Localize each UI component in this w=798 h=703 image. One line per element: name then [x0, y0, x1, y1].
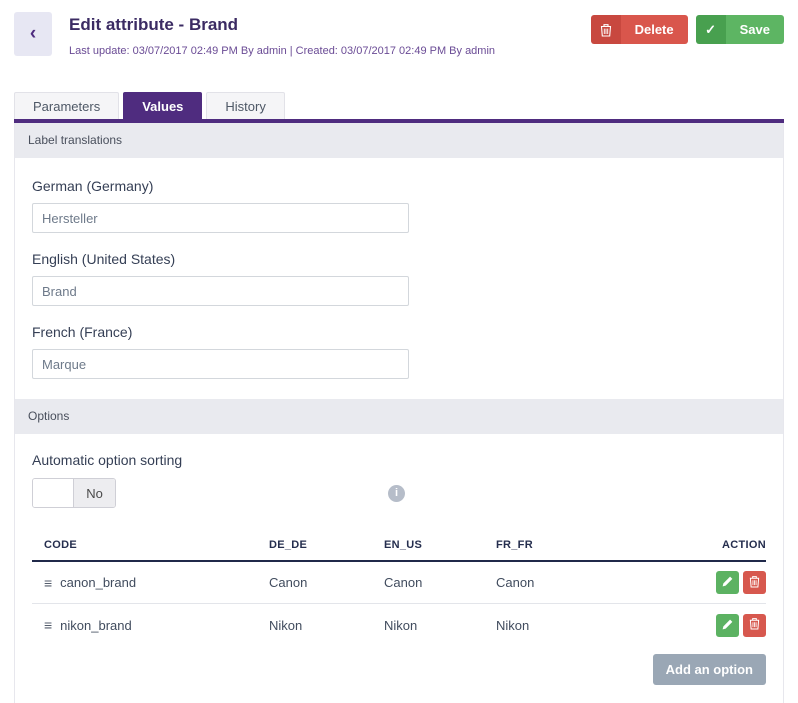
- header-action: ACTION: [671, 539, 766, 551]
- header-code: CODE: [32, 539, 269, 551]
- add-option-row: Add an option: [32, 654, 766, 685]
- drag-handle-icon[interactable]: ≡: [44, 575, 52, 591]
- edit-option-button[interactable]: [716, 614, 739, 637]
- translation-fields: German (Germany) English (United States)…: [15, 158, 783, 399]
- french-label: French (France): [32, 324, 766, 340]
- option-row-nikon: ≡ nikon_brand Nikon Nikon Nikon: [32, 604, 766, 646]
- option-de-value: Nikon: [269, 618, 384, 633]
- info-icon[interactable]: i: [388, 485, 405, 502]
- delete-option-button[interactable]: [743, 571, 766, 594]
- field-german: German (Germany): [32, 178, 766, 233]
- save-button[interactable]: ✓ Save: [696, 15, 784, 44]
- option-code: nikon_brand: [60, 618, 132, 633]
- french-input[interactable]: [32, 349, 409, 379]
- trash-icon: [749, 617, 760, 633]
- values-panel: Label translations German (Germany) Engl…: [14, 123, 784, 703]
- automatic-sorting-label: Automatic option sorting: [32, 452, 766, 468]
- english-input[interactable]: [32, 276, 409, 306]
- tab-values[interactable]: Values: [123, 92, 202, 123]
- option-en-value: Nikon: [384, 618, 496, 633]
- back-button[interactable]: ‹: [14, 12, 52, 56]
- header-en-us: EN_US: [384, 539, 496, 551]
- option-fr-value: Nikon: [496, 618, 671, 633]
- delete-button[interactable]: Delete: [591, 15, 688, 44]
- options-body: Automatic option sorting No i CODE DE_DE…: [15, 452, 783, 703]
- check-icon: ✓: [696, 15, 726, 44]
- chevron-left-icon: ‹: [30, 24, 36, 43]
- header-fr-fr: FR_FR: [496, 539, 671, 551]
- pencil-icon: [722, 575, 733, 590]
- edit-option-button[interactable]: [716, 571, 739, 594]
- tab-history[interactable]: History: [206, 92, 284, 119]
- tab-parameters[interactable]: Parameters: [14, 92, 119, 119]
- pencil-icon: [722, 618, 733, 633]
- page-meta: Last update: 03/07/2017 02:49 PM By admi…: [69, 45, 591, 57]
- sorting-toggle-row: No i: [32, 478, 766, 508]
- delete-button-label: Delete: [621, 15, 688, 44]
- german-input[interactable]: [32, 203, 409, 233]
- german-label: German (Germany): [32, 178, 766, 194]
- option-row-canon: ≡ canon_brand Canon Canon Canon: [32, 562, 766, 604]
- toggle-state-label: No: [74, 479, 115, 507]
- add-option-button[interactable]: Add an option: [653, 654, 766, 685]
- option-code: canon_brand: [60, 575, 136, 590]
- toggle-handle: [33, 479, 74, 507]
- header-titles: Edit attribute - Brand Last update: 03/0…: [69, 12, 591, 57]
- option-fr-value: Canon: [496, 575, 671, 590]
- field-french: French (France): [32, 324, 766, 379]
- header-de-de: DE_DE: [269, 539, 384, 551]
- trash-icon: [591, 15, 621, 44]
- canon-code-cell: ≡ canon_brand: [32, 575, 269, 591]
- english-label: English (United States): [32, 251, 766, 267]
- canon-actions: [671, 571, 766, 594]
- option-en-value: Canon: [384, 575, 496, 590]
- nikon-code-cell: ≡ nikon_brand: [32, 617, 269, 633]
- header-actions: Delete ✓ Save: [591, 12, 784, 44]
- field-english: English (United States): [32, 251, 766, 306]
- nikon-actions: [671, 614, 766, 637]
- save-button-label: Save: [726, 15, 784, 44]
- delete-option-button[interactable]: [743, 614, 766, 637]
- page-header: ‹ Edit attribute - Brand Last update: 03…: [0, 0, 798, 76]
- trash-icon: [749, 575, 760, 591]
- options-table: CODE DE_DE EN_US FR_FR ACTION ≡ canon_br…: [32, 530, 766, 646]
- options-table-header: CODE DE_DE EN_US FR_FR ACTION: [32, 530, 766, 562]
- section-label-translations: Label translations: [15, 123, 783, 158]
- drag-handle-icon[interactable]: ≡: [44, 617, 52, 633]
- sorting-toggle[interactable]: No: [32, 478, 116, 508]
- page-title: Edit attribute - Brand: [69, 12, 591, 35]
- section-options: Options: [15, 399, 783, 434]
- option-de-value: Canon: [269, 575, 384, 590]
- tab-bar: Parameters Values History: [14, 92, 798, 119]
